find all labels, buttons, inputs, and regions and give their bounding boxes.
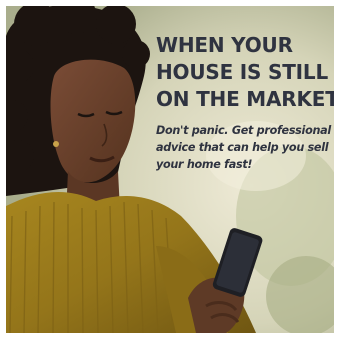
headline-line-3: ON THE MARKET... bbox=[156, 87, 334, 111]
ad-banner[interactable]: WHEN YOUR HOUSE IS STILL ON THE MARKET..… bbox=[6, 6, 334, 333]
headline: WHEN YOUR HOUSE IS STILL ON THE MARKET..… bbox=[156, 32, 334, 113]
subtext-line-1: Don't panic. Get professional bbox=[156, 124, 331, 137]
subtext-line-2: advice that can help you sell bbox=[156, 141, 329, 154]
subtext-line-3: your home fast! bbox=[156, 158, 253, 171]
headline-line-2: HOUSE IS STILL bbox=[156, 60, 328, 84]
headline-line-1: WHEN YOUR bbox=[156, 33, 293, 57]
subtext: Don't panic. Get professional advice tha… bbox=[156, 122, 332, 173]
